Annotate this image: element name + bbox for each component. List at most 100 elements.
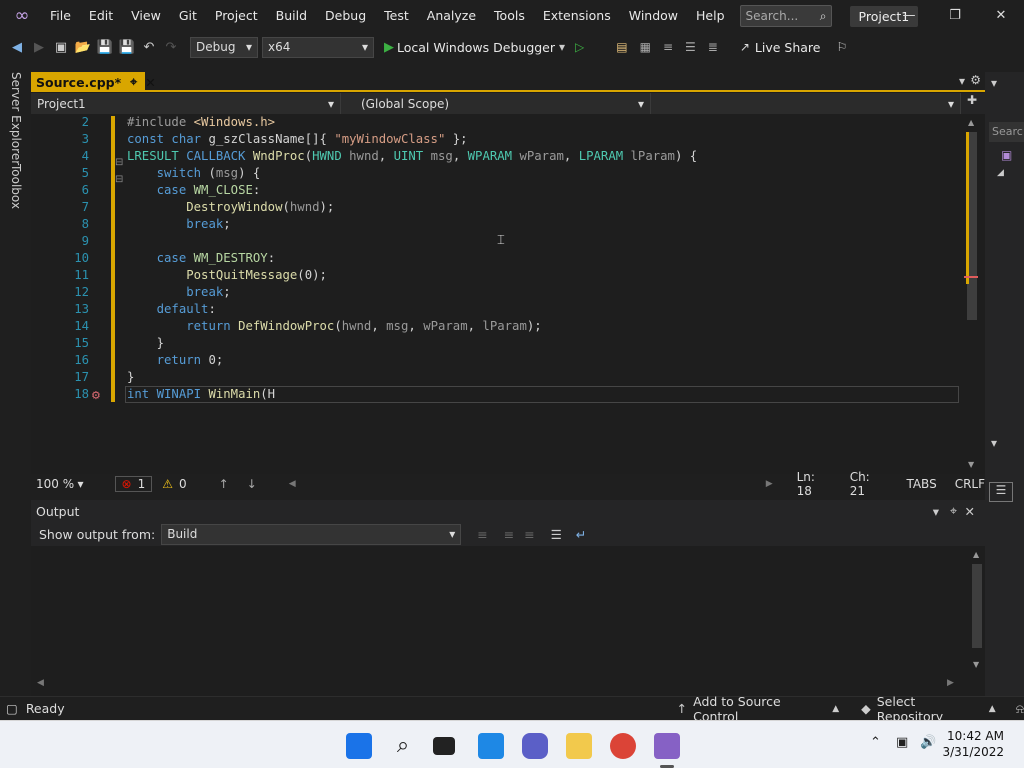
code-line[interactable]: break; <box>127 216 230 233</box>
undo-icon[interactable]: ↶ <box>139 37 159 57</box>
menu-item-window[interactable]: Window <box>620 0 687 32</box>
scroll-left-icon[interactable]: ◀ <box>289 479 296 489</box>
code-line[interactable]: #include <Windows.h> <box>127 114 275 131</box>
gear-icon[interactable]: ⚙ <box>970 73 981 87</box>
line-indicator[interactable]: Ln: 18 <box>797 470 834 498</box>
pin-icon[interactable]: ⌖ <box>130 74 137 90</box>
line-ending-indicator[interactable]: CRLF <box>955 477 985 491</box>
live-share-icon[interactable]: ↗ <box>740 40 750 54</box>
split-icon[interactable]: ✚ <box>967 93 977 114</box>
column-indicator[interactable]: Ch: 21 <box>850 470 889 498</box>
config-dropdown[interactable]: Debug ▾ <box>190 36 258 58</box>
code-line[interactable]: case WM_CLOSE: <box>127 182 261 199</box>
volume-icon[interactable]: 🔊 <box>920 735 936 750</box>
close-window-icon[interactable]: ✕ <box>978 0 1024 32</box>
scroll-up-icon[interactable]: ▲ <box>968 118 974 127</box>
network-icon[interactable]: ▣ <box>896 735 908 750</box>
indent-icon[interactable]: ☰ <box>685 40 696 54</box>
quick-action-lightbulb-icon[interactable]: ⚙ <box>91 389 101 402</box>
menu-item-help[interactable]: Help <box>687 0 734 32</box>
warning-count[interactable]: 0 <box>179 477 187 491</box>
menu-item-file[interactable]: File <box>41 0 80 32</box>
menu-item-build[interactable]: Build <box>267 0 316 32</box>
open-folder-icon[interactable]: 📂 <box>73 37 93 57</box>
add-to-source-control-button[interactable]: Add to Source Control <box>693 694 826 724</box>
live-share-button[interactable]: Live Share <box>755 40 821 55</box>
start-menu-icon[interactable] <box>346 733 372 759</box>
scope-dropdown[interactable]: (Global Scope) ▾ <box>341 93 651 114</box>
clock[interactable]: 10:42 AM 3/31/2022 <box>942 728 1004 760</box>
code-line[interactable]: return 0; <box>127 352 224 369</box>
teams-chat-icon[interactable] <box>522 733 548 759</box>
scroll-right-icon[interactable]: ▶ <box>947 678 954 688</box>
chevron-down-icon[interactable]: ▾ <box>933 504 939 519</box>
server-explorer-tab[interactable]: Server Explorer <box>9 72 23 165</box>
notification-bell-icon[interactable]: ⍾ <box>1016 701 1024 717</box>
chevron-up-icon[interactable]: ⌃ <box>870 735 881 750</box>
output-source-dropdown[interactable]: Build ▾ <box>161 523 462 545</box>
code-line[interactable]: } <box>127 335 164 352</box>
scroll-right-icon[interactable]: ▶ <box>766 479 773 489</box>
code-line[interactable]: } <box>127 369 134 386</box>
menu-item-analyze[interactable]: Analyze <box>418 0 485 32</box>
chevron-down-icon[interactable]: ▾ <box>959 74 965 88</box>
back-icon[interactable]: ◀ <box>7 37 27 57</box>
pin-icon[interactable]: ⌖ <box>950 503 957 519</box>
debugger-label[interactable]: Local Windows Debugger <box>397 40 555 55</box>
search-box[interactable]: Search... ⌕ <box>739 5 832 27</box>
output-text-area[interactable]: ▲ ▼ ◀ ▶ <box>31 546 985 696</box>
code-line[interactable]: DestroyWindow(hwnd); <box>127 199 334 216</box>
next-message-icon[interactable]: ≡ <box>524 527 534 542</box>
forward-icon[interactable]: ▶ <box>29 37 49 57</box>
chrome-icon[interactable] <box>610 733 636 759</box>
menu-item-project[interactable]: Project <box>206 0 267 32</box>
toolbox-tab[interactable]: Toolbox <box>9 164 23 209</box>
clear-all-icon[interactable]: ☰ <box>551 527 562 542</box>
project-dropdown[interactable]: Project1 ▾ <box>31 93 341 114</box>
tab-source-cpp[interactable]: Source.cpp* ⌖ ✕ <box>31 72 156 92</box>
chevron-down-icon[interactable]: ▾ <box>991 436 997 450</box>
find-message-icon[interactable]: ≡ <box>477 527 487 542</box>
platform-dropdown[interactable]: x64 ▾ <box>262 36 374 58</box>
code-line[interactable]: switch (msg) { <box>127 165 261 182</box>
chevron-down-icon[interactable]: ▾ <box>991 76 997 90</box>
solution-icon[interactable]: ▣ <box>1001 148 1012 162</box>
menu-item-git[interactable]: Git <box>170 0 206 32</box>
code-line[interactable]: LRESULT CALLBACK WndProc(HWND hwnd, UINT… <box>127 148 697 165</box>
widgets-icon[interactable] <box>478 733 504 759</box>
menu-item-edit[interactable]: Edit <box>80 0 122 32</box>
collapse-icon[interactable]: ⊟ <box>115 174 123 185</box>
new-project-icon[interactable]: ▣ <box>51 37 71 57</box>
solution-search-input[interactable]: Searc <box>989 122 1024 142</box>
code-editor[interactable]: 2 3 4 5 6 7 8 9 10 11 12 13 14 15 16 17 18 ⊟ ⊟ ⚙ #includ… <box>31 114 985 474</box>
error-count-button[interactable]: ⊗ 1 <box>114 476 153 492</box>
code-line[interactable]: default: <box>127 301 216 318</box>
tabs-indicator[interactable]: TABS <box>906 477 936 491</box>
menu-item-view[interactable]: View <box>122 0 170 32</box>
menu-item-tools[interactable]: Tools <box>485 0 534 32</box>
comment-icon[interactable]: ≡ <box>663 40 673 54</box>
minimize-icon[interactable]: — <box>886 0 932 32</box>
code-line[interactable]: break; <box>127 284 230 301</box>
previous-message-icon[interactable]: ≡ <box>504 527 514 542</box>
visual-studio-taskbar-icon[interactable] <box>654 733 680 759</box>
select-repository-button[interactable]: Select Repository <box>877 694 983 724</box>
member-dropdown[interactable]: ▾ <box>651 93 961 114</box>
file-explorer-icon[interactable] <box>566 733 592 759</box>
redo-icon[interactable]: ↷ <box>161 37 181 57</box>
menu-item-extensions[interactable]: Extensions <box>534 0 620 32</box>
save-icon[interactable]: 💾 <box>95 37 115 57</box>
search-icon[interactable]: ⌕ <box>390 733 416 759</box>
visual-studio-logo-icon[interactable]: ∞ <box>11 5 33 27</box>
properties-icon[interactable]: ☰ <box>989 482 1013 502</box>
scrollbar-thumb[interactable] <box>972 564 982 648</box>
code-line[interactable]: case WM_DESTROY: <box>127 250 275 267</box>
layout-icon[interactable]: ▦ <box>640 40 651 54</box>
task-view-icon[interactable] <box>433 737 455 755</box>
chevron-down-icon[interactable]: ▾ <box>559 40 565 54</box>
output-vertical-scrollbar[interactable]: ▲ ▼ <box>969 546 985 680</box>
menu-item-debug[interactable]: Debug <box>316 0 375 32</box>
code-line[interactable]: int WINAPI WinMain(H <box>127 386 275 403</box>
feedback-icon[interactable]: ⚐ <box>837 40 848 54</box>
close-panel-icon[interactable]: ✕ <box>965 504 975 519</box>
